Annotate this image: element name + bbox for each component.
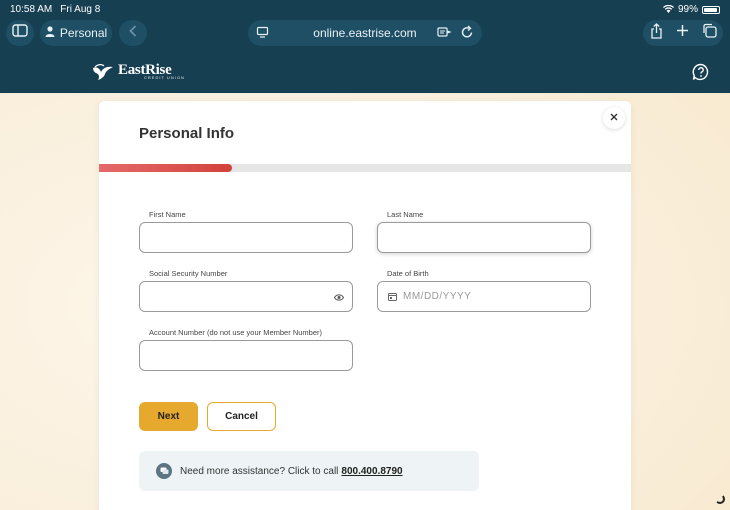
first-name-field[interactable] xyxy=(139,222,353,253)
share-icon[interactable] xyxy=(650,22,663,44)
cancel-button[interactable]: Cancel xyxy=(207,402,276,431)
account-number-label: Account Number (do not use your Member N… xyxy=(149,328,322,337)
address-bar[interactable]: online.eastrise.com xyxy=(248,20,482,46)
account-number-field[interactable] xyxy=(139,340,353,371)
close-button[interactable] xyxy=(603,107,625,129)
status-bar: 10:58 AM Fri Aug 8 99% xyxy=(0,0,730,18)
last-name-field[interactable] xyxy=(377,222,591,253)
back-button[interactable] xyxy=(119,20,147,46)
back-chevron-icon xyxy=(129,24,137,42)
close-icon xyxy=(610,112,618,124)
ssn-input[interactable] xyxy=(140,282,334,311)
status-time: 10:58 AM xyxy=(10,4,53,15)
battery-percent: 99% xyxy=(677,4,698,15)
person-icon xyxy=(45,26,55,40)
toolbar-actions xyxy=(643,20,723,46)
profile-label: Personal xyxy=(59,26,108,40)
eastrise-logo[interactable]: EastRise CREDIT UNION xyxy=(91,63,185,86)
chat-icon xyxy=(156,463,172,479)
assistance-banner: Need more assistance? Click to call 800.… xyxy=(139,451,479,491)
dob-field[interactable] xyxy=(377,281,591,312)
calendar-icon[interactable] xyxy=(388,288,397,306)
site-header: EastRise CREDIT UNION xyxy=(0,54,730,93)
wifi-icon xyxy=(662,4,674,15)
browser-chrome: 10:58 AM Fri Aug 8 99% Personal online.e… xyxy=(0,0,730,93)
last-name-label: Last Name xyxy=(387,210,424,219)
next-button[interactable]: Next xyxy=(139,402,198,431)
first-name-label: First Name xyxy=(149,210,186,219)
reload-icon[interactable] xyxy=(461,25,474,42)
page-title: Personal Info xyxy=(139,125,235,142)
ssn-label: Social Security Number xyxy=(149,269,228,278)
reader-icon[interactable] xyxy=(437,25,452,42)
status-date: Fri Aug 8 xyxy=(60,4,101,15)
plus-icon[interactable] xyxy=(676,24,689,42)
sidebar-icon xyxy=(12,24,28,42)
brand-tagline: CREDIT UNION xyxy=(144,75,185,80)
url-text: online.eastrise.com xyxy=(313,26,417,40)
account-number-input[interactable] xyxy=(140,341,352,370)
assistance-text: Need more assistance? Click to call xyxy=(180,465,339,477)
help-icon[interactable] xyxy=(692,63,710,86)
progress-fill xyxy=(99,164,232,172)
ssn-field[interactable] xyxy=(139,281,353,312)
progress-bar xyxy=(99,164,631,172)
last-name-input[interactable] xyxy=(378,223,590,252)
first-name-input[interactable] xyxy=(140,223,352,252)
bird-logo-icon xyxy=(91,63,115,86)
dob-label: Date of Birth xyxy=(387,269,429,278)
loading-spinner-icon xyxy=(715,494,725,504)
phone-link[interactable]: 800.400.8790 xyxy=(341,466,402,477)
tabs-icon[interactable] xyxy=(702,23,717,43)
eye-icon[interactable] xyxy=(333,288,345,306)
battery-icon xyxy=(702,5,720,14)
personal-info-card: Personal Info First Name Last Name Socia… xyxy=(99,101,631,510)
dob-input[interactable] xyxy=(397,282,590,311)
site-settings-icon[interactable] xyxy=(256,26,269,42)
profile-button[interactable]: Personal xyxy=(40,20,112,46)
sidebar-toggle-button[interactable] xyxy=(6,20,34,46)
